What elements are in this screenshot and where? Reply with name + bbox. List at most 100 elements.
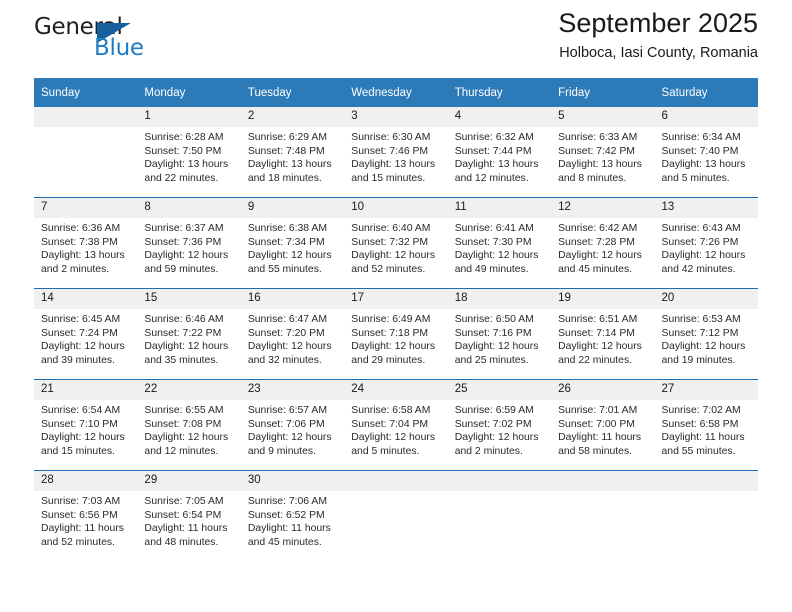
daylight-text-line1: Daylight: 13 hours xyxy=(41,250,125,262)
sunset-text: Sunset: 7:06 PM xyxy=(247,418,325,430)
daylight-text-line2: and 29 minutes. xyxy=(351,354,426,366)
weekday-header-sunday: Sunday xyxy=(34,78,138,107)
sunrise-text: Sunrise: 6:49 AM xyxy=(351,314,431,325)
day-details: Sunrise: 6:43 AM Sunset: 7:26 PM Daylight:… xyxy=(655,218,758,276)
sunrise-text: Sunrise: 6:38 AM xyxy=(247,223,327,234)
calendar-day-cell[interactable]: 17 Sunrise: 6:49 AM Sunset: 7:18 PM Dayligh… xyxy=(344,288,448,380)
calendar-day-cell[interactable]: 3 Sunrise: 6:30 AM Sunset: 7:46 PM Daylight… xyxy=(344,107,448,198)
day-number: 24 xyxy=(344,380,448,400)
sunrise-text: Sunrise: 6:40 AM xyxy=(351,223,431,234)
day-details: Sunrise: 6:37 AM Sunset: 7:36 PM Daylight:… xyxy=(137,218,240,276)
daylight-text-line1: Daylight: 13 hours xyxy=(454,159,539,171)
sunrise-text: Sunrise: 6:34 AM xyxy=(661,132,741,143)
location-subtitle: Holboca, Iasi County, Romania xyxy=(559,45,758,61)
calendar-page: General Blue September 2025 Holboca, Ias… xyxy=(0,0,792,612)
daylight-text-line2: and 9 minutes. xyxy=(247,445,317,457)
sunset-text: Sunset: 7:28 PM xyxy=(558,236,635,248)
daylight-text-line2: and 19 minutes. xyxy=(661,354,736,366)
daylight-text-line1: Daylight: 12 hours xyxy=(247,432,332,444)
calendar-day-cell[interactable]: 16 Sunrise: 6:47 AM Sunset: 7:20 PM Dayligh… xyxy=(240,288,345,380)
calendar-day-cell[interactable]: 25 Sunrise: 6:59 AM Sunset: 7:02 PM Dayligh… xyxy=(447,379,552,471)
calendar-day-cell[interactable]: 7 Sunrise: 6:36 AM Sunset: 7:38 PM Daylight… xyxy=(34,197,138,289)
calendar-day-cell[interactable]: 12 Sunrise: 6:42 AM Sunset: 7:28 PM Dayligh… xyxy=(551,197,655,289)
sunrise-text: Sunrise: 6:28 AM xyxy=(144,132,224,143)
calendar-day-cell[interactable]: 5 Sunrise: 6:33 AM Sunset: 7:42 PM Daylight… xyxy=(551,107,655,198)
daylight-text-line1: Daylight: 12 hours xyxy=(661,250,746,262)
daylight-text-line1: Daylight: 12 hours xyxy=(351,432,436,444)
logo-text-blue: Blue xyxy=(94,35,144,61)
calendar-day-cell[interactable]: 23 Sunrise: 6:57 AM Sunset: 7:06 PM Dayligh… xyxy=(240,379,345,471)
daylight-text-line2: and 12 minutes. xyxy=(454,172,529,184)
calendar-day-cell[interactable]: 2 Sunrise: 6:29 AM Sunset: 7:48 PM Daylight… xyxy=(240,107,345,198)
calendar-day-cell[interactable]: 18 Sunrise: 6:50 AM Sunset: 7:16 PM Dayligh… xyxy=(447,288,552,380)
daylight-text-line2: and 42 minutes. xyxy=(661,263,736,275)
calendar-day-cell[interactable]: 10 Sunrise: 6:40 AM Sunset: 7:32 PM Dayligh… xyxy=(344,197,448,289)
weekday-header-row: Sunday Monday Tuesday Wednesday Thursday… xyxy=(34,78,758,107)
day-details: Sunrise: 6:30 AM Sunset: 7:46 PM Daylight:… xyxy=(344,127,447,185)
calendar-day-cell[interactable]: 20 Sunrise: 6:53 AM Sunset: 7:12 PM Dayligh… xyxy=(654,288,758,380)
daylight-text-line2: and 22 minutes. xyxy=(558,354,633,366)
calendar-day-cell[interactable]: 6 Sunrise: 6:34 AM Sunset: 7:40 PM Daylight… xyxy=(654,107,758,198)
sunrise-text: Sunrise: 6:43 AM xyxy=(661,223,741,234)
sunset-text: Sunset: 7:34 PM xyxy=(247,236,325,248)
calendar-day-cell[interactable]: 4 Sunrise: 6:32 AM Sunset: 7:44 PM Daylight… xyxy=(447,107,552,198)
weekday-header-wednesday: Wednesday xyxy=(344,78,448,107)
sunset-text: Sunset: 7:18 PM xyxy=(351,327,429,339)
sunrise-text: Sunrise: 6:55 AM xyxy=(144,405,224,416)
daylight-text-line1: Daylight: 12 hours xyxy=(558,250,642,262)
calendar-day-cell[interactable]: 30 Sunrise: 7:06 AM Sunset: 6:52 PM Dayligh… xyxy=(240,470,345,561)
calendar-day-cell-empty xyxy=(344,470,448,561)
calendar-day-cell[interactable]: 1 Sunrise: 6:28 AM Sunset: 7:50 PM Daylight… xyxy=(137,107,241,198)
daylight-text-line1: Daylight: 11 hours xyxy=(41,523,124,535)
calendar-day-cell-empty xyxy=(654,470,758,561)
day-number: 4 xyxy=(447,107,552,127)
sunset-text: Sunset: 7:38 PM xyxy=(41,236,118,248)
calendar-day-cell[interactable]: 11 Sunrise: 6:41 AM Sunset: 7:30 PM Dayligh… xyxy=(447,197,552,289)
calendar-day-cell[interactable]: 24 Sunrise: 6:58 AM Sunset: 7:04 PM Dayligh… xyxy=(344,379,448,471)
day-details: Sunrise: 6:46 AM Sunset: 7:22 PM Daylight:… xyxy=(137,309,240,367)
sunset-text: Sunset: 7:32 PM xyxy=(351,236,429,248)
daylight-text-line1: Daylight: 12 hours xyxy=(41,432,125,444)
daylight-text-line2: and 32 minutes. xyxy=(247,354,322,366)
general-blue-logo[interactable]: General Blue xyxy=(34,14,224,66)
day-details: Sunrise: 6:59 AM Sunset: 7:02 PM Daylight:… xyxy=(448,400,551,458)
day-number: 19 xyxy=(551,289,655,309)
sunset-text: Sunset: 6:54 PM xyxy=(144,509,222,521)
calendar-day-cell[interactable]: 15 Sunrise: 6:46 AM Sunset: 7:22 PM Dayligh… xyxy=(137,288,241,380)
calendar-week-row: 7 Sunrise: 6:36 AM Sunset: 7:38 PM Daylight… xyxy=(34,197,758,289)
day-details: Sunrise: 7:03 AM Sunset: 6:56 PM Daylight:… xyxy=(34,491,137,549)
weekday-header-thursday: Thursday xyxy=(447,78,552,107)
calendar-day-cell[interactable]: 9 Sunrise: 6:38 AM Sunset: 7:34 PM Daylight… xyxy=(240,197,345,289)
daylight-text-line2: and 5 minutes. xyxy=(351,445,420,457)
day-details: Sunrise: 7:06 AM Sunset: 6:52 PM Daylight:… xyxy=(241,491,344,549)
day-details: Sunrise: 6:58 AM Sunset: 7:04 PM Daylight:… xyxy=(344,400,447,458)
daylight-text-line2: and 58 minutes. xyxy=(558,445,633,457)
daylight-text-line2: and 25 minutes. xyxy=(454,354,529,366)
calendar-day-cell[interactable]: 8 Sunrise: 6:37 AM Sunset: 7:36 PM Daylight… xyxy=(137,197,241,289)
sunrise-text: Sunrise: 6:53 AM xyxy=(661,314,741,325)
day-number: 23 xyxy=(240,380,345,400)
calendar-day-cell[interactable]: 29 Sunrise: 7:05 AM Sunset: 6:54 PM Dayligh… xyxy=(137,470,241,561)
daylight-text-line2: and 45 minutes. xyxy=(247,536,322,548)
calendar-day-cell[interactable]: 22 Sunrise: 6:55 AM Sunset: 7:08 PM Dayligh… xyxy=(137,379,241,471)
calendar-day-cell[interactable]: 21 Sunrise: 6:54 AM Sunset: 7:10 PM Dayligh… xyxy=(34,379,138,471)
calendar-day-cell[interactable]: 14 Sunrise: 6:45 AM Sunset: 7:24 PM Dayligh… xyxy=(34,288,138,380)
calendar-day-cell[interactable]: 28 Sunrise: 7:03 AM Sunset: 6:56 PM Dayligh… xyxy=(34,470,138,561)
calendar-day-cell[interactable]: 19 Sunrise: 6:51 AM Sunset: 7:14 PM Dayligh… xyxy=(551,288,655,380)
day-number xyxy=(344,471,448,491)
calendar-day-cell[interactable]: 26 Sunrise: 7:01 AM Sunset: 7:00 PM Dayligh… xyxy=(551,379,655,471)
sunrise-text: Sunrise: 6:30 AM xyxy=(351,132,431,143)
calendar-day-cell[interactable]: 13 Sunrise: 6:43 AM Sunset: 7:26 PM Dayligh… xyxy=(654,197,758,289)
day-details: Sunrise: 6:42 AM Sunset: 7:28 PM Daylight:… xyxy=(551,218,654,276)
day-details: Sunrise: 6:45 AM Sunset: 7:24 PM Daylight:… xyxy=(34,309,137,367)
day-number: 20 xyxy=(654,289,758,309)
sunrise-text: Sunrise: 6:59 AM xyxy=(454,405,534,416)
calendar-day-cell[interactable]: 27 Sunrise: 7:02 AM Sunset: 6:58 PM Dayligh… xyxy=(654,379,758,471)
sunset-text: Sunset: 6:52 PM xyxy=(247,509,325,521)
daylight-text-line1: Daylight: 13 hours xyxy=(558,159,642,171)
day-number xyxy=(654,471,758,491)
day-details: Sunrise: 6:34 AM Sunset: 7:40 PM Daylight:… xyxy=(655,127,758,185)
day-details: Sunrise: 6:33 AM Sunset: 7:42 PM Daylight:… xyxy=(551,127,654,185)
sunrise-text: Sunrise: 6:42 AM xyxy=(558,223,638,234)
sunset-text: Sunset: 7:36 PM xyxy=(144,236,222,248)
